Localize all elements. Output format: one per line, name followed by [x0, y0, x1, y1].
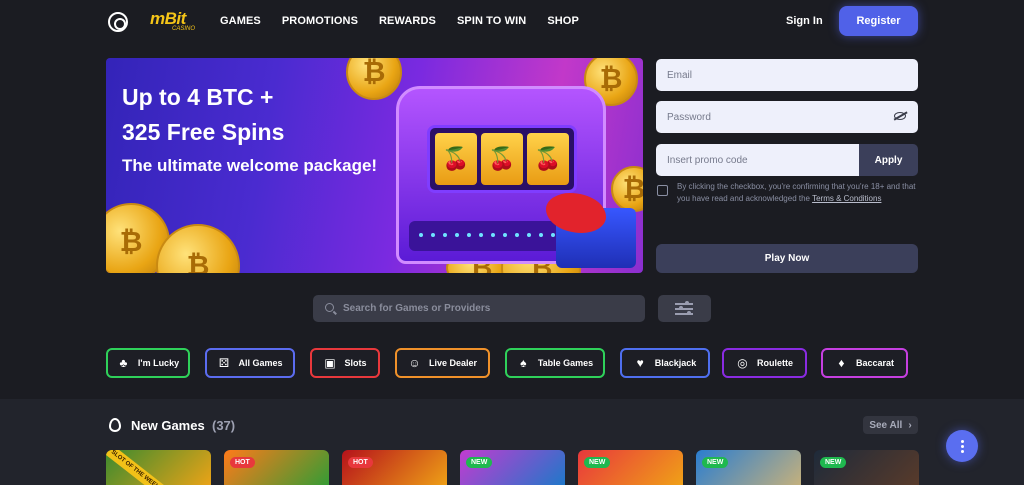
game-card[interactable]: SLOT OF THE WEEK [106, 450, 211, 485]
email-field[interactable]: Email [656, 59, 918, 91]
register-button[interactable]: Register [839, 6, 918, 36]
game-card[interactable]: NEW [696, 450, 801, 485]
cherry-icon: 🍒 [435, 133, 477, 185]
more-options-button[interactable] [946, 430, 978, 462]
terms-link[interactable]: Terms & Conditions [812, 194, 881, 203]
new-badge: NEW [820, 457, 847, 468]
game-card[interactable]: HOT [342, 450, 447, 485]
banner-subtitle: The ultimate welcome package! [122, 156, 378, 175]
category-chip-im-lucky[interactable]: ♣ I'm Lucky [106, 348, 190, 378]
category-chip-table-games[interactable]: ♠ Table Games [505, 348, 605, 378]
game-card[interactable]: NEW [578, 450, 683, 485]
category-label: Slots [344, 358, 367, 368]
play-now-button[interactable]: Play Now [656, 244, 918, 273]
banner-title-line-1: Up to 4 BTC + [122, 84, 274, 110]
dealer-icon: ☺ [408, 355, 421, 370]
bitcoin-coin-image [611, 166, 643, 212]
cherry-icon: 🍒 [481, 133, 523, 185]
top-header: mBit CASINO GAMES PROMOTIONS REWARDS SPI… [0, 0, 1024, 44]
category-label: Live Dealer [428, 358, 478, 368]
apply-button[interactable]: Apply [859, 144, 918, 176]
nav-item-rewards[interactable]: REWARDS [379, 15, 436, 27]
dice-icon: ⚄ [218, 355, 230, 370]
category-label: I'm Lucky [137, 358, 180, 368]
section-title: New Games [131, 418, 205, 433]
slot-of-the-week-ribbon: SLOT OF THE WEEK [106, 450, 167, 485]
game-card[interactable]: NEW [460, 450, 565, 485]
new-badge: NEW [702, 457, 729, 468]
bitcoin-coin-image [156, 224, 240, 273]
eye-slash-icon[interactable] [894, 112, 906, 120]
roulette-icon: ◎ [737, 355, 748, 370]
search-input[interactable]: Search for Games or Providers [313, 295, 645, 322]
nav-item-spin-to-win[interactable]: SPIN TO WIN [457, 15, 526, 27]
nav-item-promotions[interactable]: PROMOTIONS [282, 15, 358, 27]
slot-reels: 🍒 🍒 🍒 [427, 125, 577, 193]
account-icon[interactable] [108, 12, 128, 32]
welcome-banner[interactable]: 🍒 🍒 🍒 Up to 4 BTC + 325 Free Spins The u… [106, 58, 643, 273]
category-chip-live-dealer[interactable]: ☺ Live Dealer [395, 348, 490, 378]
filter-button[interactable] [658, 295, 711, 322]
flame-icon [109, 418, 121, 432]
category-chip-roulette[interactable]: ◎ Roulette [722, 348, 807, 378]
see-all-label: See All [869, 419, 903, 431]
nav-item-shop[interactable]: SHOP [547, 15, 579, 27]
promo-code-field[interactable]: Insert promo code [656, 144, 859, 176]
bitcoin-coin-image [346, 58, 402, 100]
category-label: Roulette [757, 358, 793, 368]
category-chip-all-games[interactable]: ⚄ All Games [205, 348, 295, 378]
game-card[interactable]: NEW [814, 450, 919, 485]
terms-checkbox[interactable] [657, 185, 668, 196]
banner-title-line-2: 325 Free Spins [122, 119, 285, 145]
category-label: Baccarat [855, 358, 895, 368]
game-card[interactable]: HOT [224, 450, 329, 485]
new-badge: NEW [584, 457, 611, 468]
baccarat-cards-icon: ♦ [838, 355, 845, 370]
new-badge: NEW [466, 457, 493, 468]
section-count: (37) [212, 418, 236, 433]
logo-subtitle: CASINO [172, 26, 196, 32]
category-label: Blackjack [654, 358, 697, 368]
search-icon [325, 303, 334, 312]
promo-placeholder: Insert promo code [667, 154, 748, 166]
cherry-icon: 🍒 [527, 133, 569, 185]
category-label: Table Games [537, 358, 594, 368]
main-nav: GAMES PROMOTIONS REWARDS SPIN TO WIN SHO… [220, 15, 579, 27]
playing-cards-icon: ♥ [636, 355, 644, 370]
search-placeholder: Search for Games or Providers [343, 303, 491, 314]
cards-icon: ♠ [520, 355, 527, 370]
slot-machine-icon: ▣ [324, 355, 336, 370]
hot-badge: HOT [230, 457, 255, 468]
nav-item-games[interactable]: GAMES [220, 15, 261, 27]
hot-badge: HOT [348, 457, 373, 468]
category-chip-baccarat[interactable]: ♦ Baccarat [821, 348, 908, 378]
clover-icon: ♣ [119, 355, 128, 370]
sliders-icon [675, 301, 693, 305]
category-chip-slots[interactable]: ▣ Slots [310, 348, 380, 378]
password-placeholder: Password [667, 111, 711, 123]
sign-in-link[interactable]: Sign In [786, 15, 823, 27]
terms-consent-text: By clicking the checkbox, you're confirm… [677, 181, 917, 205]
banner-title: Up to 4 BTC + 325 Free Spins [122, 80, 284, 150]
password-field[interactable]: Password [656, 101, 918, 133]
category-label: All Games [238, 358, 283, 368]
category-chip-blackjack[interactable]: ♥ Blackjack [620, 348, 710, 378]
see-all-button[interactable]: See All › [863, 416, 918, 434]
chevron-right-icon: › [908, 419, 912, 431]
email-placeholder: Email [667, 69, 693, 81]
